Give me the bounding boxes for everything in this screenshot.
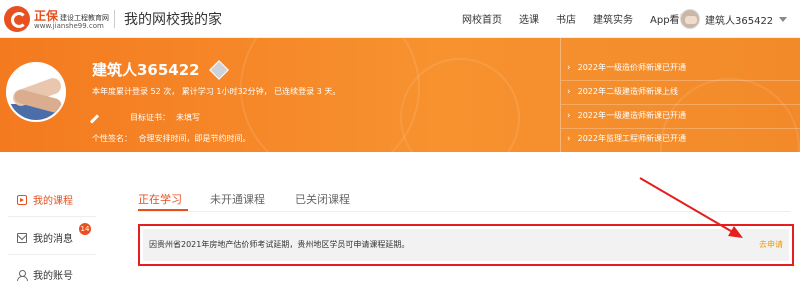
signature: 个性签名： 合理安排时间，即是节约时间。 — [92, 133, 251, 144]
logo-url: www.jianshe99.com — [34, 22, 104, 30]
apply-link[interactable]: 去申请 — [759, 239, 783, 250]
profile-banner: 建筑人365422 本年度累计登录 52 次， 累计学习 1小时32分钟， 已连… — [0, 38, 800, 152]
site-title: 我的网校我的家 — [124, 12, 222, 28]
notice-body: 因贵州省2021年房地产估价师考试延期，贵州地区学员可申请课程延期。 去申请 — [143, 229, 789, 261]
news-text: 2022年一级造价师新课已开通 — [577, 63, 686, 72]
sidebar-item-my-courses[interactable]: 我的课程 — [17, 192, 73, 207]
study-stats: 本年度累计登录 52 次， 累计学习 1小时32分钟， 已连续登录 3 天。 — [92, 87, 341, 96]
nav-bookstore[interactable]: 书店 — [556, 11, 576, 26]
user-menu[interactable]: 建筑人365422 — [680, 6, 788, 32]
user-name: 建筑人365422 — [705, 15, 774, 27]
chevron-right-icon: › — [567, 110, 571, 121]
sidebar-item-my-account[interactable]: 我的账号 — [17, 267, 73, 282]
chevron-down-icon — [779, 16, 788, 22]
sign-value: 合理安排时间，即是节约时间。 — [138, 134, 251, 143]
news-item[interactable]: › 2022年一级建造师新课已开通 — [567, 110, 686, 121]
divider — [8, 216, 96, 217]
sidebar-item-label: 我的消息 — [33, 234, 73, 245]
divider — [561, 104, 800, 105]
profile-avatar[interactable] — [6, 62, 66, 122]
news-item[interactable]: › 2022年一级造价师新课已开通 — [567, 62, 686, 73]
extension-notice: 因贵州省2021年房地产估价师考试延期，贵州地区学员可申请课程延期。 去申请 — [138, 224, 794, 266]
target-certificate: 目标证书： 未填写 — [92, 112, 200, 123]
news-text: 2022年二级建造师新课上线 — [577, 87, 678, 96]
mail-icon — [17, 232, 27, 243]
tab-studying[interactable]: 正在学习 — [138, 191, 182, 207]
chevron-right-icon: › — [567, 86, 571, 97]
chevron-right-icon: › — [567, 62, 571, 73]
sidebar-item-my-messages[interactable]: 我的消息 — [17, 230, 73, 245]
divider — [561, 128, 800, 129]
chevron-right-icon: › — [567, 133, 571, 144]
logo-mark-icon — [4, 6, 30, 32]
cert-label: 目标证书： — [130, 113, 170, 122]
news-list: › 2022年一级造价师新课已开通 › 2022年二级建造师新课上线 › 2022年一… — [560, 38, 800, 152]
edit-icon[interactable] — [92, 113, 102, 123]
main-nav: 网校首页 选课 书店 建筑实务 App看课 — [462, 11, 707, 26]
news-item[interactable]: › 2022年监理工程师新课已开通 — [567, 133, 686, 144]
active-tab-indicator — [138, 209, 188, 211]
nav-home[interactable]: 网校首页 — [462, 11, 502, 26]
sidebar-item-label: 我的账号 — [33, 271, 73, 282]
user-icon — [17, 269, 28, 281]
message-count-badge: 14 — [79, 223, 91, 235]
tab-not-opened[interactable]: 未开通课程 — [210, 191, 265, 207]
divider — [561, 80, 800, 81]
tabs-divider — [138, 211, 790, 212]
title-divider — [114, 10, 115, 28]
nav-courses[interactable]: 选课 — [519, 11, 539, 26]
tab-closed[interactable]: 已关闭课程 — [295, 191, 350, 207]
site-logo[interactable]: 正保 建设工程教育网 www.jianshe99.com — [4, 6, 109, 32]
sidebar-item-label: 我的课程 — [33, 196, 73, 207]
news-item[interactable]: › 2022年二级建造师新课上线 — [567, 86, 678, 97]
news-text: 2022年监理工程师新课已开通 — [577, 134, 686, 143]
level-badge-icon — [209, 60, 229, 80]
nav-practice[interactable]: 建筑实务 — [593, 11, 633, 26]
profile-name: 建筑人365422 — [92, 61, 200, 79]
course-icon — [17, 194, 27, 205]
notice-text: 因贵州省2021年房地产估价师考试延期，贵州地区学员可申请课程延期。 — [149, 240, 410, 249]
divider — [8, 254, 96, 255]
sign-label: 个性签名： — [92, 134, 132, 143]
cert-value: 未填写 — [176, 113, 200, 122]
course-tabs: 正在学习 未开通课程 已关闭课程 — [138, 191, 350, 207]
news-text: 2022年一级建造师新课已开通 — [577, 111, 686, 120]
avatar — [680, 9, 700, 29]
top-bar: 正保 建设工程教育网 www.jianshe99.com 我的网校我的家 网校首页… — [0, 0, 800, 38]
